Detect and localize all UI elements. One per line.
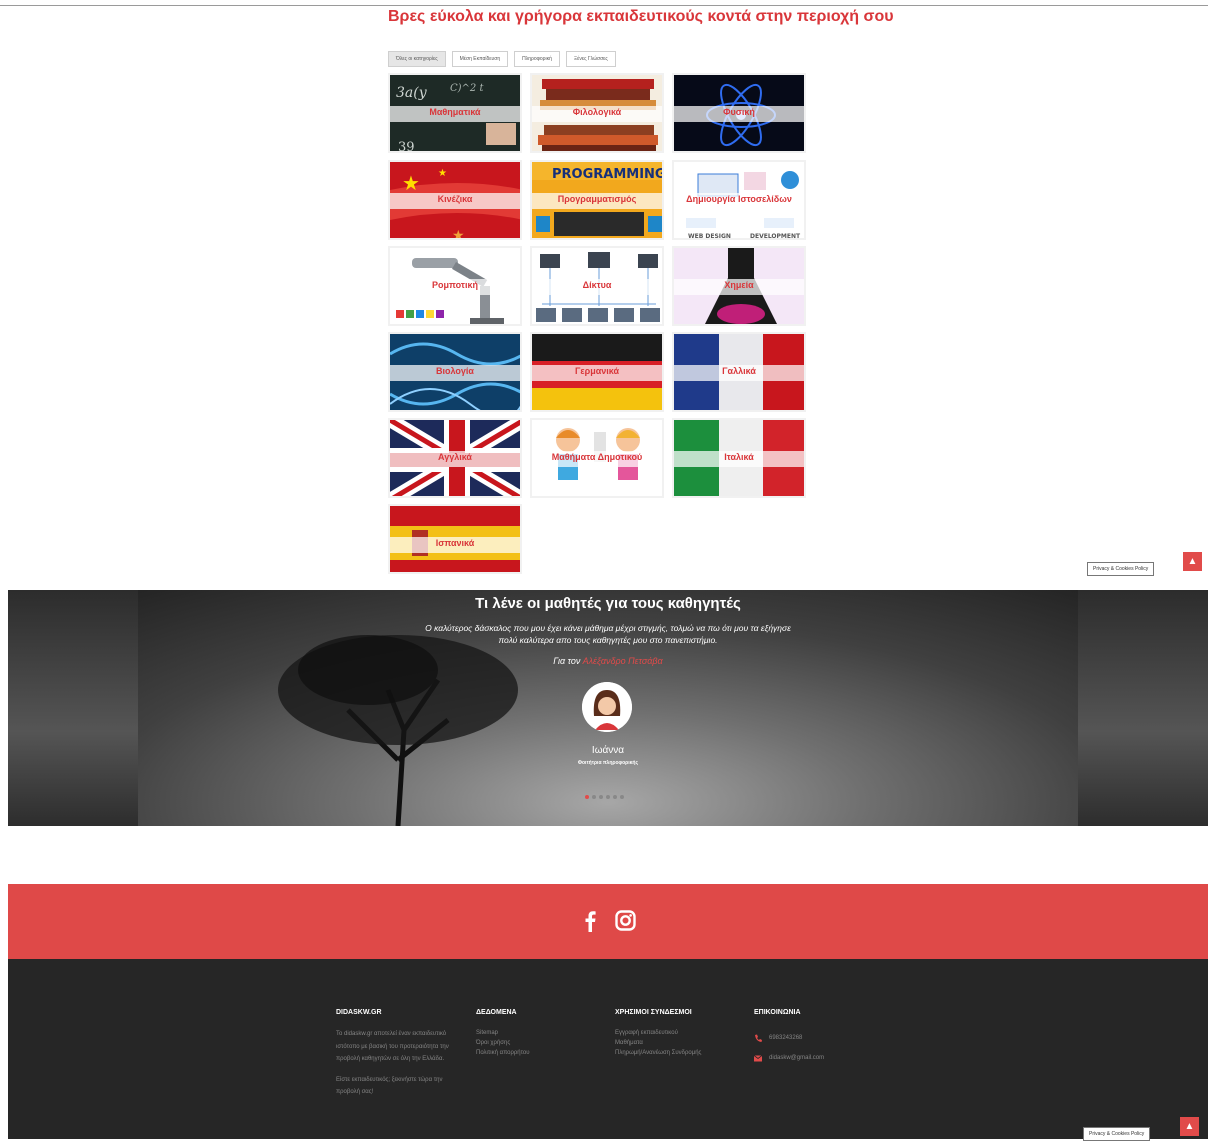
carousel-dot[interactable] bbox=[592, 795, 596, 799]
footer-link-subscription[interactable]: Πληρωμή/Ανανέωση Συνδρομής bbox=[615, 1048, 745, 1058]
category-label: Φυσική bbox=[723, 107, 755, 117]
category-tile-french[interactable]: Γαλλικά bbox=[672, 332, 806, 412]
student-name: Ιωάννα bbox=[591, 745, 625, 756]
teacher-link[interactable]: Αλέξανδρο Πετσάβα bbox=[583, 656, 663, 666]
footer-heading: DIDASKW.GR bbox=[336, 1009, 382, 1016]
social-bar bbox=[8, 884, 1208, 959]
category-tile-chinese[interactable]: ★ ★ ★ Κινέζικα bbox=[388, 160, 522, 240]
svg-text:PROGRAMMING: PROGRAMMING bbox=[552, 167, 664, 182]
category-label: Δημιουργία Ιστοσελίδων bbox=[686, 194, 792, 204]
envelope-icon bbox=[754, 1054, 762, 1061]
category-tile-physics[interactable]: Φυσική bbox=[672, 73, 806, 153]
carousel-dot[interactable] bbox=[620, 795, 624, 799]
carousel-dot[interactable] bbox=[613, 795, 617, 799]
category-label: Ισπανικά bbox=[435, 538, 475, 548]
right-panel bbox=[1078, 590, 1208, 826]
category-tile-italian[interactable]: Ιταλικά bbox=[672, 418, 806, 498]
student-avatar-icon bbox=[582, 682, 632, 732]
student-role: Φοιτήτρια πληροφορικής bbox=[577, 760, 639, 766]
left-panel bbox=[8, 590, 138, 826]
filter-informatics[interactable]: Πληροφορική bbox=[514, 51, 560, 67]
facebook-icon[interactable] bbox=[584, 910, 596, 932]
category-tile-english[interactable]: Αγγλικά bbox=[388, 418, 522, 498]
page-headline: Βρες εύκολα και γρήγορα εκπαιδευτικούς κ… bbox=[388, 8, 894, 25]
testimonials-section: Τι λένε οι μαθητές για τους καθηγητές Ο … bbox=[8, 590, 1208, 826]
category-label: Προγραμματισμός bbox=[557, 194, 637, 204]
category-tile-chemistry[interactable]: Χημεία bbox=[672, 246, 806, 326]
scroll-to-top-button[interactable]: ▲ bbox=[1183, 552, 1202, 571]
category-tile-mathematics[interactable]: 3a(y C)^2 t 39 Μαθηματικά bbox=[388, 73, 522, 153]
svg-text:C)^2 t: C)^2 t bbox=[450, 83, 484, 94]
contact-email[interactable]: didaskw@gmail.com bbox=[754, 1048, 894, 1068]
category-label: Ρομποτική bbox=[432, 280, 478, 290]
svg-text:★: ★ bbox=[402, 173, 420, 195]
privacy-policy-button[interactable]: Privacy & Cookies Policy bbox=[1087, 562, 1155, 576]
footer-link-lessons[interactable]: Μαθήματα bbox=[615, 1038, 745, 1048]
category-tile-philology[interactable]: Φιλολογικά bbox=[530, 73, 664, 153]
carousel-dot[interactable] bbox=[585, 795, 589, 799]
category-tile-networks[interactable]: Δίκτυα bbox=[530, 246, 664, 326]
testimonial-quote: Ο καλύτερος δάσκαλος που μου έχει κάνει … bbox=[425, 623, 791, 645]
web-design-caption-left: WEB DESIGN bbox=[688, 233, 731, 240]
category-label: Χημεία bbox=[724, 280, 754, 290]
scroll-to-top-button-footer[interactable]: ▲ bbox=[1180, 1117, 1199, 1136]
filter-foreign-languages[interactable]: Ξένες Γλώσσες bbox=[565, 51, 616, 67]
category-tile-robotics[interactable]: Ρομποτική bbox=[388, 246, 522, 326]
filter-all[interactable]: Όλες οι κατηγορίες bbox=[388, 51, 446, 67]
web-design-caption-right: DEVELOPMENT bbox=[750, 233, 801, 240]
footer-link-privacy[interactable]: Πολιτική απορρήτου bbox=[476, 1048, 596, 1058]
carousel-dot[interactable] bbox=[606, 795, 610, 799]
category-label: Φιλολογικά bbox=[572, 107, 622, 117]
testimonial-for-line: Για τον Αλέξανδρο Πετσάβα bbox=[8, 656, 1208, 666]
category-tile-web-design[interactable]: WEB DESIGN DEVELOPMENT Δημιουργία Ιστοσε… bbox=[672, 160, 806, 240]
instagram-icon[interactable] bbox=[615, 910, 636, 931]
chevron-up-icon: ▲ bbox=[1184, 1121, 1195, 1132]
footer-column-data: ΔΕΔΟΜΕΝΑ Sitemap Όροι χρήσης Πολιτική απ… bbox=[476, 1009, 596, 1058]
top-divider bbox=[0, 5, 1208, 6]
category-label: Αγγλικά bbox=[438, 452, 472, 462]
category-label: Δίκτυα bbox=[582, 280, 612, 290]
footer-link-sitemap[interactable]: Sitemap bbox=[476, 1028, 596, 1038]
footer-about-text: Το didaskw.gr αποτελεί έναν εκπαιδευτικό… bbox=[336, 1031, 449, 1062]
category-tile-primary-school[interactable]: Μαθήματα Δημοτικού bbox=[530, 418, 664, 498]
svg-text:3a(y: 3a(y bbox=[396, 85, 428, 101]
for-prefix: Για τον bbox=[553, 656, 581, 666]
footer-column-about: DIDASKW.GR Το didaskw.gr αποτελεί έναν ε… bbox=[336, 1009, 454, 1099]
avatar bbox=[582, 682, 632, 732]
footer-cta-text: Είστε εκπαιδευτικός; ξεκινήστε τώρα την … bbox=[336, 1076, 443, 1096]
category-label: Μαθήματα Δημοτικού bbox=[551, 452, 643, 462]
carousel-dots bbox=[585, 795, 624, 799]
category-tile-biology[interactable]: Βιολογία bbox=[388, 332, 522, 412]
phone-number: 6983243268 bbox=[769, 1035, 803, 1041]
svg-text:★: ★ bbox=[452, 227, 465, 240]
category-label: Γερμανικά bbox=[574, 366, 620, 376]
svg-text:39: 39 bbox=[398, 140, 415, 153]
category-tile-spanish[interactable]: Ισπανικά bbox=[388, 504, 522, 574]
footer-column-contact: ΕΠΙΚΟΙΝΩΝΙΑ 6983243268 didaskw@gmail.com bbox=[754, 1009, 894, 1068]
footer-heading: ΕΠΙΚΟΙΝΩΝΙΑ bbox=[754, 1009, 801, 1016]
category-label: Βιολογία bbox=[436, 366, 474, 376]
phone-icon bbox=[755, 1034, 762, 1042]
category-label: Κινέζικα bbox=[437, 194, 473, 204]
category-label: Ιταλικά bbox=[724, 452, 754, 462]
category-filters: Όλες οι κατηγορίες Μέση Εκπαίδευση Πληρο… bbox=[388, 51, 616, 67]
category-label: Γαλλικά bbox=[722, 366, 756, 376]
footer-heading: ΔΕΔΟΜΕΝΑ bbox=[476, 1009, 517, 1016]
category-tile-german[interactable]: Γερμανικά bbox=[530, 332, 664, 412]
contact-phone[interactable]: 6983243268 bbox=[754, 1028, 894, 1048]
svg-text:★: ★ bbox=[438, 168, 447, 179]
category-tile-programming[interactable]: PROGRAMMING Προγραμματισμός bbox=[530, 160, 664, 240]
footer-heading: ΧΡΗΣΙΜΟΙ ΣΥΝΔΕΣΜΟΙ bbox=[615, 1009, 692, 1016]
email-address: didaskw@gmail.com bbox=[769, 1055, 825, 1061]
carousel-dot[interactable] bbox=[599, 795, 603, 799]
chevron-up-icon: ▲ bbox=[1187, 556, 1198, 567]
footer-link-register-teacher[interactable]: Εγγραφή εκπαιδευτικού bbox=[615, 1028, 745, 1038]
footer-link-terms[interactable]: Όροι χρήσης bbox=[476, 1038, 596, 1048]
footer-column-links: ΧΡΗΣΙΜΟΙ ΣΥΝΔΕΣΜΟΙ Εγγραφή εκπαιδευτικού… bbox=[615, 1009, 745, 1058]
footer: DIDASKW.GR Το didaskw.gr αποτελεί έναν ε… bbox=[8, 959, 1208, 1139]
category-label: Μαθηματικά bbox=[429, 107, 481, 117]
testimonials-title: Τι λένε οι μαθητές για τους καθηγητές bbox=[475, 595, 741, 612]
filter-secondary-education[interactable]: Μέση Εκπαίδευση bbox=[451, 51, 509, 67]
